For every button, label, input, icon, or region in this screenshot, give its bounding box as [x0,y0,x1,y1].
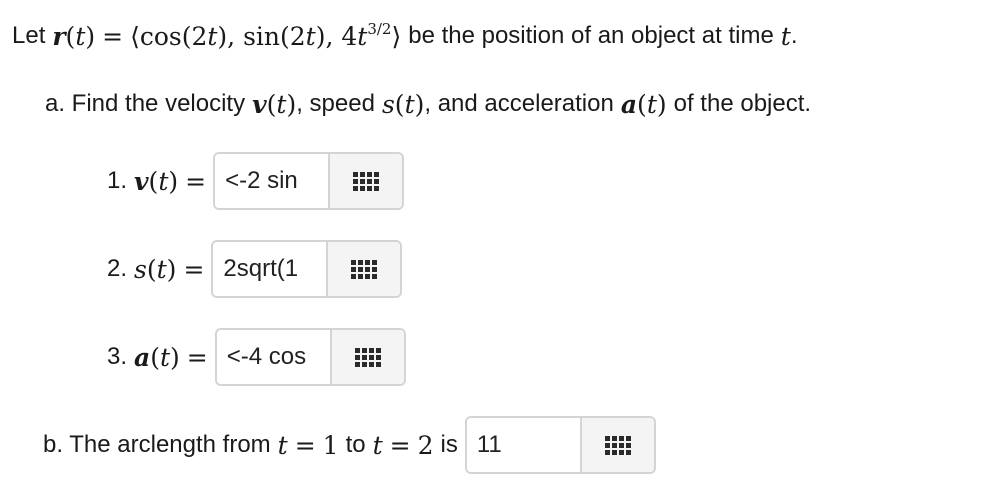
a-symbol: a [620,89,638,119]
arclength-palette-button[interactable] [579,418,654,472]
r-symbol: r [52,21,66,51]
speed-symbol: s [134,254,147,284]
to-word: to [345,431,366,458]
part-b-prefix: b. The arclength from [43,431,271,458]
arclength-answer-box [464,416,656,474]
intro-lead: Let [12,22,46,49]
equals-sign: = [294,430,316,460]
grid-palette-icon [604,435,631,455]
question-number: 2. [107,255,128,282]
problem-statement: Let r (t) = ⟨cos(2t), sin(2t), 4t3/2⟩ be… [12,19,798,51]
question-speed: 2. s (t) = [107,240,403,298]
equals-sign: = [389,430,411,460]
intro-tail: be the position of an object at time [408,22,774,49]
arclength-input[interactable] [466,418,580,472]
grid-palette-icon [354,347,381,367]
r-arg: (t) [65,21,96,51]
part-b-prompt: b. The arclength from t = 1 to t = 2 is [43,416,656,474]
grid-palette-icon [353,171,380,191]
v-symbol: v [252,89,267,119]
equals-sign: = [102,21,124,51]
acceleration-palette-button[interactable] [329,330,404,384]
part-a-prefix: a. Find the velocity [45,90,246,117]
t-variable: t [277,430,288,460]
is-word: is [440,431,458,458]
velocity-symbol: v [134,166,149,196]
equals-sign: = [185,166,207,196]
position-vector: ⟨cos(2t), sin(2t), 4t3/2⟩ [130,19,402,51]
part-a-prompt: a. Find the velocity v (t) , speed s (t) ,… [45,89,812,119]
acceleration-answer-box [214,328,406,386]
velocity-input[interactable] [215,154,329,208]
s-symbol: s [381,89,395,119]
acceleration-input[interactable] [216,330,330,384]
upper-bound: 2 [417,430,434,460]
speed-answer-box [211,240,403,298]
speed-input[interactable] [213,242,327,296]
question-number: 1. [107,167,128,194]
t-variable: t [372,430,383,460]
question-acceleration: 3. a (t) = [107,328,406,386]
velocity-answer-box [213,152,405,210]
speed-palette-button[interactable] [326,242,401,296]
t-variable: t [780,21,791,51]
question-number: 3. [107,343,128,370]
equals-sign: = [183,254,205,284]
acceleration-symbol: a [134,342,151,372]
lower-bound: 1 [322,430,339,460]
grid-palette-icon [351,259,378,279]
question-velocity: 1. v (t) = [107,152,405,210]
velocity-palette-button[interactable] [328,154,403,208]
equals-sign: = [186,342,208,372]
